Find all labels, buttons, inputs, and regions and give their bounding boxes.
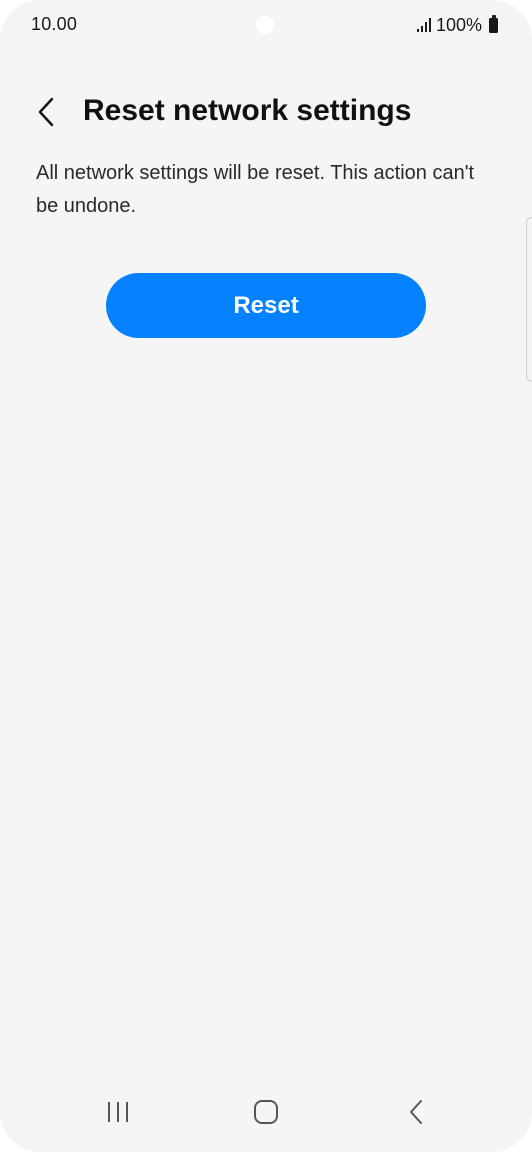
chevron-left-icon	[38, 97, 54, 127]
page-title: Reset network settings	[83, 94, 412, 127]
phone-screen: 10.00 100% Reset network settings All ne…	[0, 0, 532, 1152]
status-bar: 10.00 100%	[0, 0, 532, 52]
battery-icon	[489, 14, 498, 33]
status-indicators: 100%	[416, 14, 498, 36]
camera-cutout	[256, 16, 274, 34]
app-header: Reset network settings	[0, 82, 532, 142]
recents-button[interactable]	[98, 1092, 138, 1132]
scrollbar-handle[interactable]	[526, 217, 532, 382]
nav-back-button[interactable]	[396, 1092, 436, 1132]
status-time: 10.00	[31, 14, 78, 34]
home-icon	[254, 1100, 278, 1124]
navigation-bar	[0, 1082, 532, 1152]
back-button[interactable]	[24, 90, 68, 134]
home-button[interactable]	[246, 1092, 286, 1132]
battery-percentage: 100%	[435, 14, 482, 35]
recents-icon	[108, 1102, 128, 1122]
reset-description: All network settings will be reset. This…	[36, 162, 475, 217]
signal-icon	[416, 18, 431, 32]
back-icon	[410, 1100, 422, 1124]
reset-button[interactable]: Reset	[106, 273, 426, 338]
